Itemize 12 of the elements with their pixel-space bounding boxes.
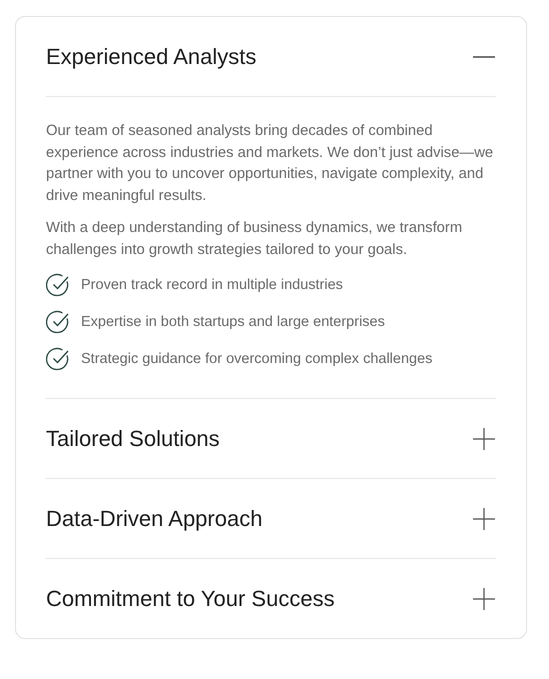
accordion-header[interactable]: Data-Driven Approach: [46, 479, 496, 558]
feature-text: Proven track record in multiple industries: [81, 276, 343, 295]
feature-text: Strategic guidance for overcoming complex challenges: [81, 350, 432, 369]
feature-text: Expertise in both startups and large enterprises: [81, 312, 385, 332]
check-circle-icon: [46, 310, 71, 335]
accordion-header[interactable]: Experienced Analysts: [46, 17, 496, 96]
accordion-header[interactable]: Tailored Solutions: [46, 399, 496, 478]
accordion-header[interactable]: Commitment to Your Success: [46, 559, 496, 638]
check-circle-icon: [46, 273, 71, 298]
check-circle-icon: [46, 347, 71, 372]
paragraph: Our team of seasoned analysts bring decades of combined experience across industries and markets. We don’t just advise—we partner with you to uncover opportunities, navigate complexity, and drive meaningful results.: [46, 122, 494, 206]
paragraph: With a deep understanding of business dynamics, we transform challenges into growth strategies tailored to your goals.: [46, 219, 464, 260]
